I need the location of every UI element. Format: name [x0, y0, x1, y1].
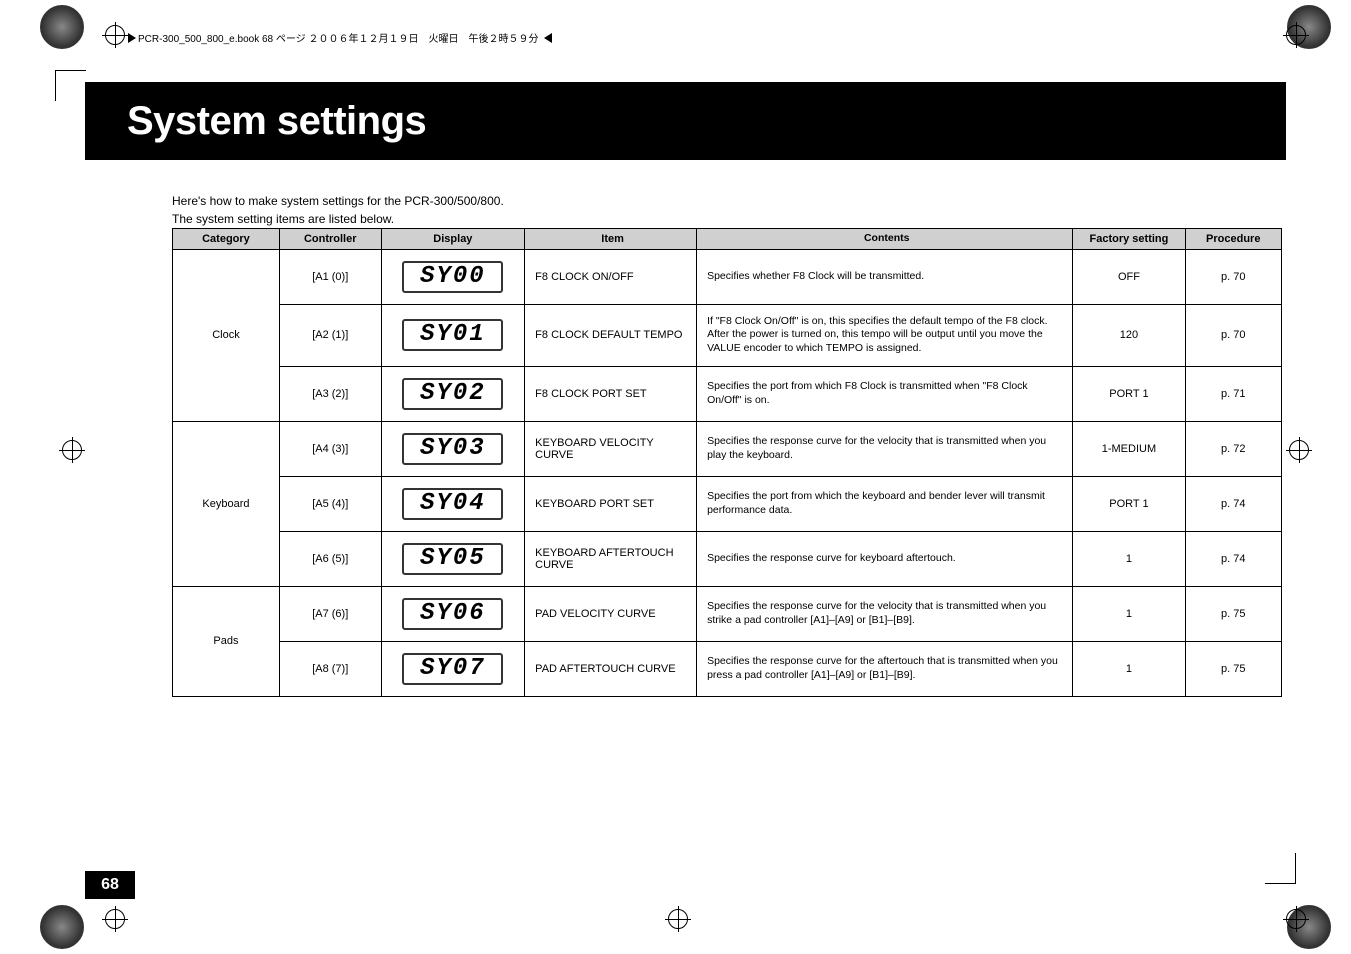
binder-ring-icon [40, 5, 84, 49]
registration-mark-icon [1289, 440, 1309, 460]
arrow-right-icon [128, 33, 136, 43]
procedure-cell: p. 70 [1185, 304, 1281, 366]
lcd-display: SY04 [402, 488, 503, 520]
item-cell: F8 CLOCK ON/OFF [525, 249, 697, 304]
intro-line-1: Here's how to make system settings for t… [172, 192, 504, 210]
page-number: 68 [85, 871, 135, 899]
lcd-display: SY03 [402, 433, 503, 465]
page-title: System settings [127, 99, 426, 144]
display-cell: SY00 [381, 249, 525, 304]
controller-cell: [A2 (1)] [279, 304, 381, 366]
intro-line-2: The system setting items are listed belo… [172, 210, 504, 228]
item-cell: KEYBOARD VELOCITY CURVE [525, 421, 697, 476]
procedure-cell: p. 71 [1185, 366, 1281, 421]
table-row: [A2 (1)] SY01 F8 CLOCK DEFAULT TEMPO If … [173, 304, 1282, 366]
controller-cell: [A5 (4)] [279, 476, 381, 531]
item-cell: PAD AFTERTOUCH CURVE [525, 641, 697, 696]
table-row: Keyboard [A4 (3)] SY03 KEYBOARD VELOCITY… [173, 421, 1282, 476]
registration-mark-icon [1286, 25, 1306, 45]
display-cell: SY06 [381, 586, 525, 641]
arrow-left-icon [544, 33, 552, 43]
contents-cell: If "F8 Clock On/Off" is on, this specifi… [697, 304, 1073, 366]
procedure-cell: p. 74 [1185, 531, 1281, 586]
item-cell: F8 CLOCK DEFAULT TEMPO [525, 304, 697, 366]
intro-text: Here's how to make system settings for t… [172, 192, 504, 228]
lcd-display: SY05 [402, 543, 503, 575]
procedure-cell: p. 74 [1185, 476, 1281, 531]
binder-ring-icon [40, 905, 84, 949]
registration-mark-icon [1286, 909, 1306, 929]
contents-cell: Specifies the response curve for the vel… [697, 586, 1073, 641]
table-row: [A5 (4)] SY04 KEYBOARD PORT SET Specifie… [173, 476, 1282, 531]
lcd-display: SY01 [402, 319, 503, 351]
lcd-display: SY02 [402, 378, 503, 410]
table-row: Clock [A1 (0)] SY00 F8 CLOCK ON/OFF Spec… [173, 249, 1282, 304]
factory-cell: PORT 1 [1073, 366, 1185, 421]
display-cell: SY07 [381, 641, 525, 696]
file-header-text: PCR-300_500_800_e.book 68 ページ ２００６年１２月１９… [138, 30, 538, 45]
factory-cell: OFF [1073, 249, 1185, 304]
procedure-cell: p. 72 [1185, 421, 1281, 476]
procedure-cell: p. 75 [1185, 586, 1281, 641]
registration-mark-icon [105, 25, 125, 45]
crop-mark-icon [55, 70, 86, 101]
lcd-display: SY00 [402, 261, 503, 293]
contents-cell: Specifies the port from which F8 Clock i… [697, 366, 1073, 421]
display-cell: SY01 [381, 304, 525, 366]
category-cell: Keyboard [173, 421, 280, 586]
table-row: [A6 (5)] SY05 KEYBOARD AFTERTOUCH CURVE … [173, 531, 1282, 586]
factory-cell: PORT 1 [1073, 476, 1185, 531]
factory-cell: 1 [1073, 586, 1185, 641]
item-cell: KEYBOARD PORT SET [525, 476, 697, 531]
header-display: Display [381, 229, 525, 250]
item-cell: F8 CLOCK PORT SET [525, 366, 697, 421]
category-cell: Pads [173, 586, 280, 696]
header-factory: Factory setting [1073, 229, 1185, 250]
lcd-display: SY07 [402, 653, 503, 685]
contents-cell: Specifies whether F8 Clock will be trans… [697, 249, 1073, 304]
display-cell: SY05 [381, 531, 525, 586]
header-item: Item [525, 229, 697, 250]
controller-cell: [A6 (5)] [279, 531, 381, 586]
contents-cell: Specifies the response curve for keyboar… [697, 531, 1073, 586]
display-cell: SY03 [381, 421, 525, 476]
header-category: Category [173, 229, 280, 250]
factory-cell: 1-MEDIUM [1073, 421, 1185, 476]
contents-cell: Specifies the port from which the keyboa… [697, 476, 1073, 531]
controller-cell: [A3 (2)] [279, 366, 381, 421]
title-bar: System settings [85, 82, 1286, 160]
item-cell: KEYBOARD AFTERTOUCH CURVE [525, 531, 697, 586]
contents-cell: Specifies the response curve for the vel… [697, 421, 1073, 476]
file-header: PCR-300_500_800_e.book 68 ページ ２００６年１２月１９… [128, 30, 552, 45]
contents-cell: Specifies the response curve for the aft… [697, 641, 1073, 696]
table-row: Pads [A7 (6)] SY06 PAD VELOCITY CURVE Sp… [173, 586, 1282, 641]
table-row: [A8 (7)] SY07 PAD AFTERTOUCH CURVE Speci… [173, 641, 1282, 696]
crop-mark-icon [1265, 853, 1296, 884]
table-row: [A3 (2)] SY02 F8 CLOCK PORT SET Specifie… [173, 366, 1282, 421]
header-controller: Controller [279, 229, 381, 250]
factory-cell: 1 [1073, 641, 1185, 696]
item-cell: PAD VELOCITY CURVE [525, 586, 697, 641]
factory-cell: 1 [1073, 531, 1185, 586]
controller-cell: [A1 (0)] [279, 249, 381, 304]
registration-mark-icon [105, 909, 125, 929]
header-procedure: Procedure [1185, 229, 1281, 250]
header-contents: Contents [697, 229, 1073, 250]
controller-cell: [A7 (6)] [279, 586, 381, 641]
registration-mark-icon [668, 909, 688, 929]
lcd-display: SY06 [402, 598, 503, 630]
procedure-cell: p. 70 [1185, 249, 1281, 304]
display-cell: SY02 [381, 366, 525, 421]
registration-mark-icon [62, 440, 82, 460]
controller-cell: [A4 (3)] [279, 421, 381, 476]
display-cell: SY04 [381, 476, 525, 531]
category-cell: Clock [173, 249, 280, 421]
settings-table: Category Controller Display Item Content… [172, 228, 1282, 697]
controller-cell: [A8 (7)] [279, 641, 381, 696]
table-header-row: Category Controller Display Item Content… [173, 229, 1282, 250]
procedure-cell: p. 75 [1185, 641, 1281, 696]
factory-cell: 120 [1073, 304, 1185, 366]
